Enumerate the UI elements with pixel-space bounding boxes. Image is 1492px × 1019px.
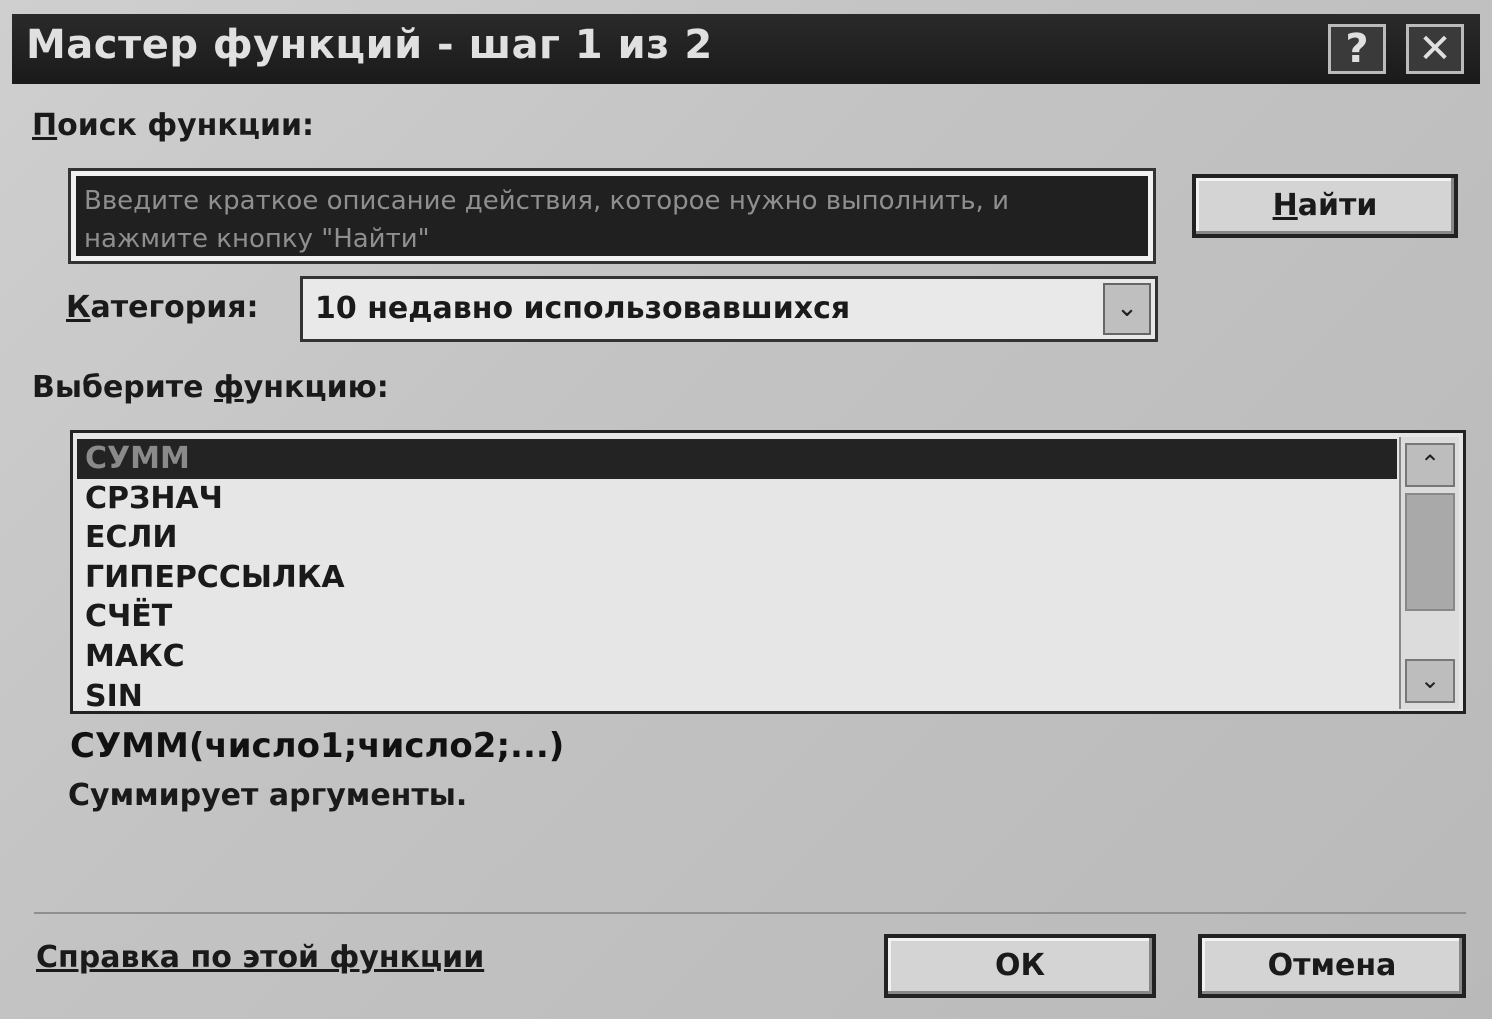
category-selected-value: 10 недавно использовавшихся	[315, 291, 851, 326]
function-list-items: СУММ СРЗНАЧ ЕСЛИ ГИПЕРССЫЛКА СЧЁТ МАКС S…	[77, 439, 1397, 716]
search-label: Поиск функции:	[32, 108, 314, 143]
ok-button[interactable]: ОК	[884, 934, 1156, 998]
function-list-item[interactable]: СЧЁТ	[77, 597, 1397, 637]
function-list-label-text: ункцию:	[243, 370, 389, 405]
window-title: Мастер функций - шаг 1 из 2	[26, 22, 713, 68]
close-icon[interactable]: ✕	[1406, 24, 1464, 74]
search-field[interactable]: Введите краткое описание действия, котор…	[68, 168, 1156, 264]
find-button[interactable]: Найти	[1192, 174, 1458, 238]
chevron-up-icon[interactable]: ⌃	[1405, 443, 1455, 487]
scroll-thumb[interactable]	[1405, 493, 1455, 611]
function-signature: СУММ(число1;число2;...)	[70, 726, 565, 766]
search-label-accel: П	[32, 108, 58, 143]
find-button-accel: Н	[1272, 188, 1298, 223]
chevron-down-icon[interactable]: ⌄	[1103, 283, 1151, 335]
find-button-text: айти	[1297, 188, 1378, 223]
function-list-label: Выберите функцию:	[32, 370, 389, 405]
function-list-item[interactable]: МАКС	[77, 637, 1397, 677]
function-list-item[interactable]: SIN	[77, 677, 1397, 717]
category-label-accel: К	[66, 290, 91, 325]
cancel-button[interactable]: Отмена	[1198, 934, 1466, 998]
help-link[interactable]: Справка по этой функции	[36, 940, 484, 975]
category-dropdown[interactable]: 10 недавно использовавшихся ⌄	[300, 276, 1158, 342]
title-bar: Мастер функций - шаг 1 из 2 ? ✕	[12, 14, 1480, 84]
help-icon[interactable]: ?	[1328, 24, 1386, 74]
function-description: Суммирует аргументы.	[68, 778, 468, 813]
list-scrollbar[interactable]: ⌃ ⌄	[1399, 437, 1459, 709]
divider	[34, 912, 1466, 914]
function-list-item[interactable]: СРЗНАЧ	[77, 479, 1397, 519]
chevron-down-icon[interactable]: ⌄	[1405, 659, 1455, 703]
search-placeholder: Введите краткое описание действия, котор…	[76, 176, 1148, 256]
function-listbox[interactable]: СУММ СРЗНАЧ ЕСЛИ ГИПЕРССЫЛКА СЧЁТ МАКС S…	[70, 430, 1466, 714]
function-list-item[interactable]: ЕСЛИ	[77, 518, 1397, 558]
function-list-item[interactable]: ГИПЕРССЫЛКА	[77, 558, 1397, 598]
function-list-label-accel: ф	[213, 370, 244, 405]
function-wizard-dialog: Мастер функций - шаг 1 из 2 ? ✕ Поиск фу…	[0, 0, 1492, 1019]
function-list-label-pre: Выберите	[32, 370, 214, 405]
search-label-text: оиск функции:	[57, 108, 315, 143]
category-label: Категория:	[66, 290, 259, 325]
category-label-text: атегория:	[90, 290, 259, 325]
function-list-item[interactable]: СУММ	[77, 439, 1397, 479]
